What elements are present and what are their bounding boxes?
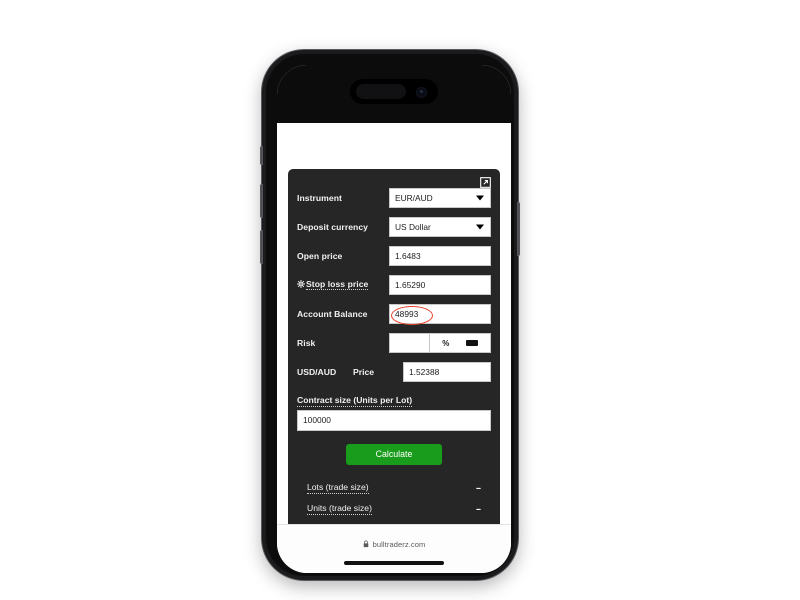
conversion-price-input[interactable]: 1.52388: [403, 362, 491, 382]
front-camera-icon: [416, 87, 427, 98]
home-indicator[interactable]: [344, 561, 444, 565]
instrument-value: EUR/AUD: [395, 192, 433, 203]
field-row-open-price: Open price 1.6483: [297, 246, 491, 266]
field-block-contract-size: Contract size (Units per Lot) 100000: [297, 390, 491, 431]
phone-screen: Instrument EUR/AUD Deposit currency US D…: [277, 65, 511, 573]
chevron-down-icon: [476, 195, 484, 201]
result-row-units: Units (trade size) --: [297, 500, 491, 517]
risk-unit-label: %: [442, 338, 450, 348]
label-stop-loss-price: Stop loss price: [306, 278, 369, 291]
account-balance-value: 48993: [395, 308, 419, 319]
result-label-units: Units (trade size): [307, 502, 372, 515]
result-value-lots: --: [476, 482, 481, 493]
label-stop-loss-price-wrap: Stop loss price: [297, 280, 389, 291]
panel-header: [297, 175, 491, 188]
risk-unit-select[interactable]: %: [430, 334, 490, 352]
screenshot-canvas: Instrument EUR/AUD Deposit currency US D…: [0, 0, 800, 600]
browser-address-bar[interactable]: bulltraderz.com: [277, 524, 511, 573]
contract-size-value: 100000: [303, 415, 331, 426]
open-price-input[interactable]: 1.6483: [389, 246, 491, 266]
contract-size-input[interactable]: 100000: [297, 410, 491, 431]
result-row-lots: Lots (trade size) --: [297, 479, 491, 496]
label-contract-size: Contract size (Units per Lot): [297, 395, 413, 407]
position-size-calculator-panel: Instrument EUR/AUD Deposit currency US D…: [288, 169, 500, 552]
web-page-content: Instrument EUR/AUD Deposit currency US D…: [277, 123, 511, 552]
field-row-instrument: Instrument EUR/AUD: [297, 188, 491, 208]
mute-switch-button[interactable]: [260, 146, 263, 165]
field-row-conversion-price: USD/AUD Price 1.52388: [297, 362, 491, 382]
dynamic-island: [350, 79, 438, 104]
volume-down-button[interactable]: [260, 230, 263, 264]
chevron-down-icon: [476, 224, 484, 230]
instrument-select[interactable]: EUR/AUD: [389, 188, 491, 208]
result-value-units: --: [476, 503, 481, 514]
label-instrument: Instrument: [297, 192, 342, 203]
label-price: Price: [353, 367, 375, 377]
label-currency-pair: USD/AUD: [297, 367, 337, 377]
earpiece-speaker-icon: [356, 84, 406, 99]
risk-value: [390, 339, 395, 349]
volume-up-button[interactable]: [260, 184, 263, 218]
risk-field-group: %: [389, 333, 491, 353]
phone-device-frame: Instrument EUR/AUD Deposit currency US D…: [260, 50, 520, 580]
gear-icon: [297, 280, 305, 290]
label-deposit-currency: Deposit currency: [297, 221, 369, 232]
field-row-account-balance: Account Balance 48993: [297, 304, 491, 325]
stop-loss-price-value: 1.65290: [395, 279, 426, 290]
open-price-value: 1.6483: [395, 250, 421, 261]
label-risk: Risk: [297, 337, 316, 348]
field-row-deposit-currency: Deposit currency US Dollar: [297, 217, 491, 237]
label-open-price: Open price: [297, 250, 343, 261]
dropdown-bar-icon: [465, 340, 478, 346]
risk-input[interactable]: [390, 334, 430, 352]
result-label-lots: Lots (trade size): [307, 481, 369, 494]
deposit-currency-select[interactable]: US Dollar: [389, 217, 491, 237]
lock-icon: [363, 535, 369, 553]
deposit-currency-value: US Dollar: [395, 221, 431, 232]
stop-loss-price-input[interactable]: 1.65290: [389, 275, 491, 295]
conversion-price-value: 1.52388: [409, 366, 440, 377]
url-text: bulltraderz.com: [372, 539, 426, 549]
field-row-stop-loss-price: Stop loss price 1.65290: [297, 275, 491, 295]
power-button[interactable]: [517, 202, 520, 256]
calculate-button[interactable]: Calculate: [346, 444, 442, 465]
status-bar: [277, 65, 511, 123]
phone-bezel: Instrument EUR/AUD Deposit currency US D…: [266, 54, 514, 576]
field-row-risk: Risk %: [297, 333, 491, 353]
label-account-balance: Account Balance: [297, 308, 368, 319]
url-row: bulltraderz.com: [277, 535, 511, 553]
account-balance-input[interactable]: 48993: [389, 304, 491, 325]
